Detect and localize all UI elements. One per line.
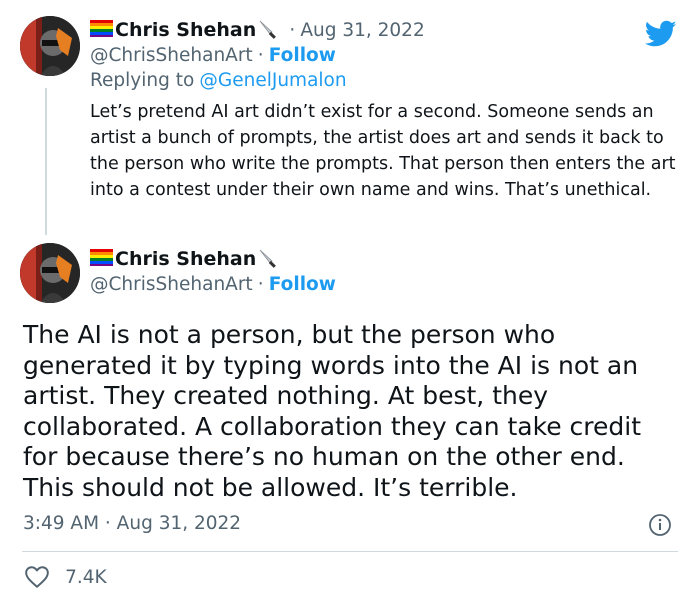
tweet-date[interactable]: Aug 31, 2022 (300, 20, 424, 41)
handle-separator: · (257, 45, 264, 66)
divider (22, 551, 678, 552)
avatar-image (20, 243, 80, 303)
reply-handle-row: @ChrisShehanArt · Follow (90, 44, 336, 68)
like-count: 7.4K (65, 567, 107, 588)
twitter-bird-icon[interactable] (644, 20, 677, 48)
avatar-image (20, 16, 80, 76)
user-handle[interactable]: @ChrisShehanArt (90, 45, 253, 66)
follow-button[interactable]: Follow (269, 274, 336, 295)
follow-button[interactable]: Follow (269, 45, 336, 66)
tweet-timestamp[interactable]: 3:49 AM · Aug 31, 2022 (23, 511, 241, 537)
replying-prefix: Replying to (90, 70, 195, 91)
info-icon[interactable] (648, 513, 672, 537)
main-handle-row: @ChrisShehanArt · Follow (90, 273, 336, 297)
avatar[interactable] (20, 16, 80, 76)
reply-header: Chris Shehan · Aug 31, 2022 (90, 17, 425, 43)
display-name[interactable]: Chris Shehan (115, 19, 256, 41)
handle-separator: · (257, 274, 264, 295)
reply-tweet-text: Let’s pretend AI art didn’t exist for a … (90, 102, 676, 200)
knife-icon (258, 19, 278, 39)
rainbow-flag-icon (90, 20, 113, 37)
knife-icon (258, 248, 278, 268)
display-name[interactable]: Chris Shehan (115, 248, 256, 270)
replying-handle-link[interactable]: @GenelJumalon (199, 70, 346, 91)
date-separator: · (289, 20, 296, 41)
heart-icon[interactable] (24, 565, 50, 589)
rainbow-flag-icon (90, 249, 113, 266)
avatar[interactable] (20, 243, 80, 303)
replying-to: Replying to @GenelJumalon (90, 69, 347, 93)
main-tweet-text: The AI is not a person, but the person w… (23, 320, 641, 502)
user-handle[interactable]: @ChrisShehanArt (90, 274, 253, 295)
like-action[interactable]: 7.4K (24, 565, 107, 591)
main-header: Chris Shehan (90, 246, 278, 272)
thread-connector-line (45, 88, 47, 235)
